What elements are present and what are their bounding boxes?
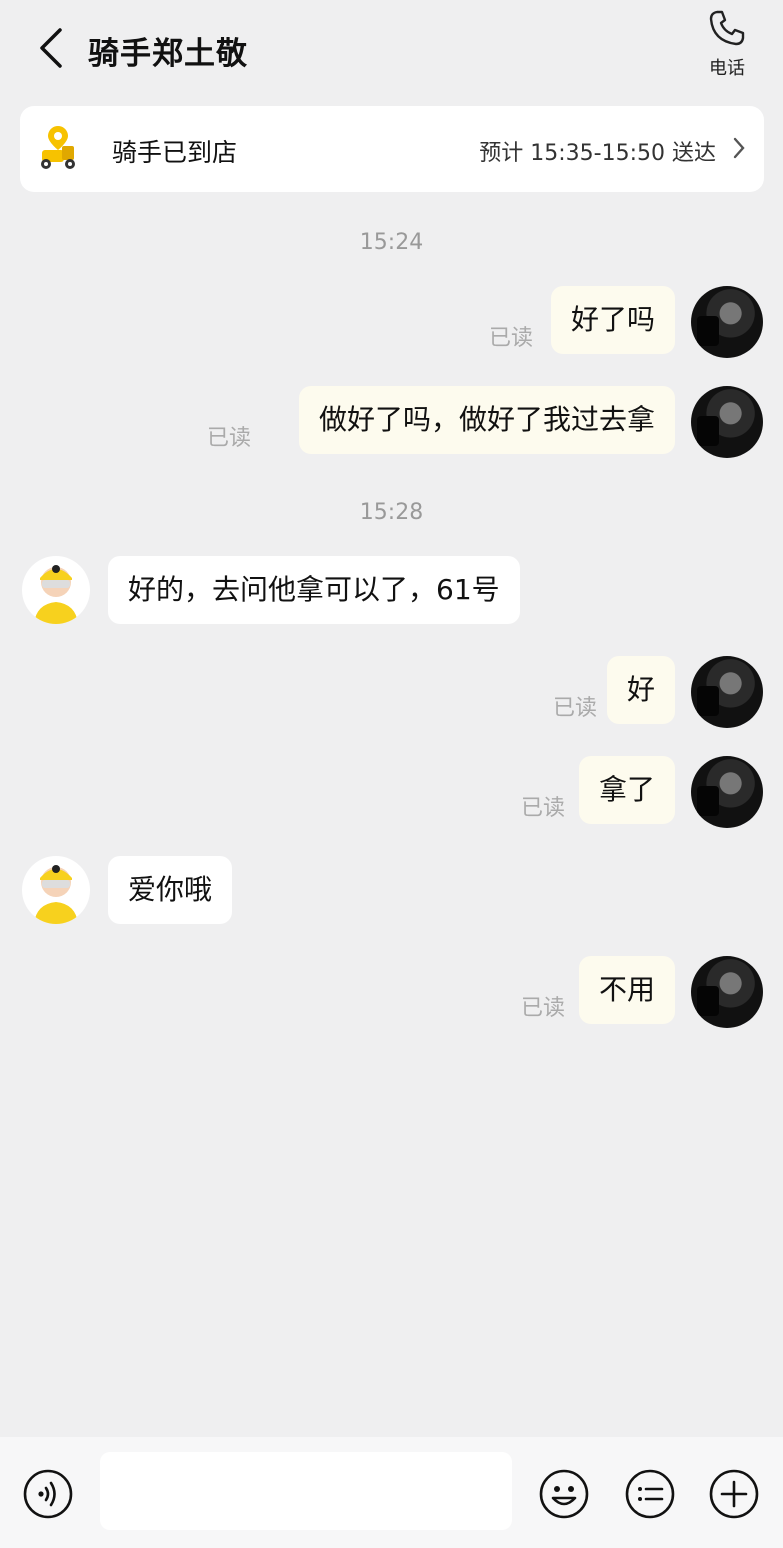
my-avatar[interactable] <box>691 756 763 828</box>
rider-avatar[interactable] <box>22 556 90 624</box>
message-row: 已读 拿了 <box>0 756 783 828</box>
timestamp: 15:24 <box>359 230 424 255</box>
phone-label: 电话 <box>709 58 745 79</box>
emoji-icon[interactable] <box>538 1468 590 1520</box>
message-bubble[interactable]: 拿了 <box>578 756 675 824</box>
my-avatar[interactable] <box>691 386 763 458</box>
read-receipt: 已读 <box>520 996 565 1021</box>
message-row: 已读 做好了吗，做好了我过去拿 <box>0 386 783 458</box>
quick-reply-icon[interactable] <box>624 1468 676 1520</box>
plus-icon[interactable] <box>708 1468 760 1520</box>
delivery-status-card[interactable]: 骑手已到店 预计 15:35-15:50 送达 <box>20 106 764 192</box>
rider-avatar-icon <box>34 865 78 924</box>
my-avatar[interactable] <box>691 656 763 728</box>
message-bubble[interactable]: 好的，去问他拿可以了，61号 <box>108 556 520 624</box>
message-row: 已读 好了吗 <box>0 286 783 358</box>
message-bubble[interactable]: 爱你哦 <box>108 856 233 924</box>
read-receipt: 已读 <box>488 326 533 351</box>
phone-button[interactable]: 电话 <box>697 8 757 80</box>
read-receipt: 已读 <box>206 426 251 451</box>
chevron-right-icon <box>733 137 745 159</box>
phone-icon <box>709 10 745 46</box>
message-bubble[interactable]: 好了吗 <box>550 286 675 354</box>
read-receipt: 已读 <box>520 796 565 821</box>
my-avatar[interactable] <box>691 956 763 1028</box>
eta-text: 预计 15:35-15:50 送达 <box>479 141 716 166</box>
message-row: 爱你哦 <box>0 856 783 928</box>
read-receipt: 已读 <box>552 696 597 721</box>
input-bar <box>0 1437 783 1548</box>
rider-avatar-icon <box>34 565 78 624</box>
voice-icon[interactable] <box>22 1468 74 1520</box>
message-row: 好的，去问他拿可以了，61号 <box>0 556 783 628</box>
rider-avatar[interactable] <box>22 856 90 924</box>
rider-scooter-icon <box>41 126 75 169</box>
my-avatar[interactable] <box>691 286 763 358</box>
message-input[interactable] <box>100 1452 512 1530</box>
timestamp: 15:28 <box>359 500 424 525</box>
message-bubble[interactable]: 不用 <box>578 956 675 1024</box>
page-title: 骑手郑土敬 <box>88 36 248 72</box>
message-row: 已读 不用 <box>0 956 783 1028</box>
message-bubble[interactable]: 做好了吗，做好了我过去拿 <box>298 386 675 454</box>
chat-header: 骑手郑土敬 电话 <box>0 0 783 100</box>
status-text: 骑手已到店 <box>112 138 238 167</box>
message-row: 已读 好 <box>0 656 783 728</box>
message-bubble[interactable]: 好 <box>606 656 675 724</box>
back-icon[interactable] <box>34 26 68 70</box>
